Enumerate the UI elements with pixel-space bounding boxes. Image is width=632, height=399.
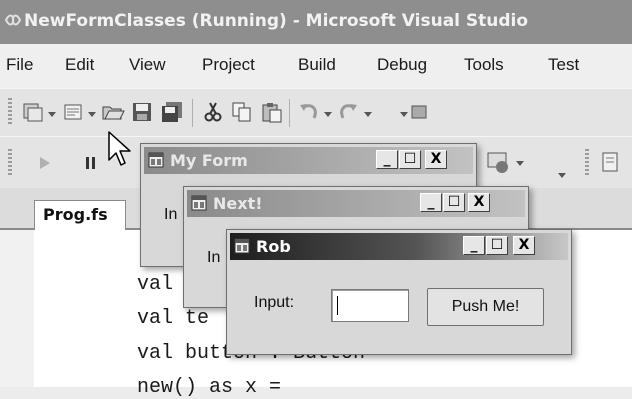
close-button[interactable]: X [425,150,447,169]
menu-view[interactable]: View [129,55,166,75]
toolbar-grip[interactable] [8,98,12,126]
save-icon[interactable] [131,101,153,123]
rob-form-window[interactable]: Rob _ ☐ X Input: Push Me! [226,229,572,355]
input-label: In [164,206,178,223]
form-title-bar[interactable]: Next! _ ☐ X [187,190,525,217]
form-title: Next! [213,194,263,213]
editor-gutter [0,230,34,387]
add-item-icon[interactable] [62,101,84,123]
find-in-files-icon[interactable] [600,151,622,175]
tab-prog-fs[interactable]: Prog.fs [34,200,126,231]
navigate-backward-dropdown-icon[interactable] [400,112,408,117]
toolbar-grip[interactable] [8,149,12,177]
break-all-icon[interactable] [84,156,98,170]
ide-title-text: NewFormClasses (Running) - Microsoft Vis… [24,11,529,31]
menu-debug[interactable]: Debug [377,55,427,75]
platform-icon[interactable] [486,151,512,175]
input-label: In [207,249,221,266]
form-icon [148,152,164,168]
undo-icon[interactable] [298,101,320,123]
minimize-button[interactable]: _ [420,193,442,212]
input-label: Input: [254,294,295,311]
menu-project[interactable]: Project [202,55,255,75]
redo-icon[interactable] [337,101,359,123]
close-button[interactable]: X [513,236,535,255]
maximize-button[interactable]: ☐ [486,236,508,255]
menu-bar: File Edit View Project Build Debug Tools… [0,44,632,88]
toolbar-separator [192,99,193,127]
minimize-button[interactable]: _ [463,236,485,255]
menu-tools[interactable]: Tools [464,55,504,75]
open-folder-icon[interactable] [101,101,125,123]
continue-icon[interactable] [38,155,52,171]
input-field[interactable] [331,289,409,322]
paste-icon[interactable] [261,101,283,123]
save-all-icon[interactable] [160,101,184,123]
menu-edit[interactable]: Edit [65,55,94,75]
copy-icon[interactable] [231,101,253,123]
minimize-button[interactable]: _ [376,150,398,169]
maximize-button[interactable]: ☐ [399,150,421,169]
mouse-pointer-icon [108,131,131,166]
form-title: My Form [170,151,248,170]
platform-dropdown-icon[interactable] [516,161,524,166]
form-title: Rob [256,237,291,256]
tab-label: Prog.fs [43,205,108,224]
new-project-icon[interactable] [22,101,44,123]
toolbar-grip[interactable] [585,149,589,177]
form-title-bar[interactable]: My Form _ ☐ X [144,147,473,174]
menu-test[interactable]: Test [548,55,579,75]
redo-dropdown-icon[interactable] [364,112,372,117]
add-item-dropdown-icon[interactable] [88,112,96,117]
form-title-bar[interactable]: Rob _ ☐ X [230,233,568,260]
code-line: val [137,273,174,296]
maximize-button[interactable]: ☐ [443,193,465,212]
toolbar-options-icon[interactable] [558,173,566,178]
menu-build[interactable]: Build [298,55,336,75]
toolbar-separator [289,99,290,127]
text-caret [337,296,338,315]
undo-dropdown-icon[interactable] [324,112,332,117]
form-icon [191,195,207,211]
navigate-backward-icon[interactable] [410,103,432,121]
code-line: new() as x = [137,376,282,399]
visual-studio-icon [4,14,22,26]
form-icon [234,238,250,254]
standard-toolbar [0,88,632,137]
code-line: val te [137,307,210,330]
new-project-dropdown-icon[interactable] [48,112,56,117]
menu-file[interactable]: File [6,55,33,75]
push-me-button[interactable]: Push Me! [427,288,544,326]
cut-icon[interactable] [202,101,224,123]
ide-title-bar: NewFormClasses (Running) - Microsoft Vis… [0,0,632,44]
close-button[interactable]: X [468,193,490,212]
